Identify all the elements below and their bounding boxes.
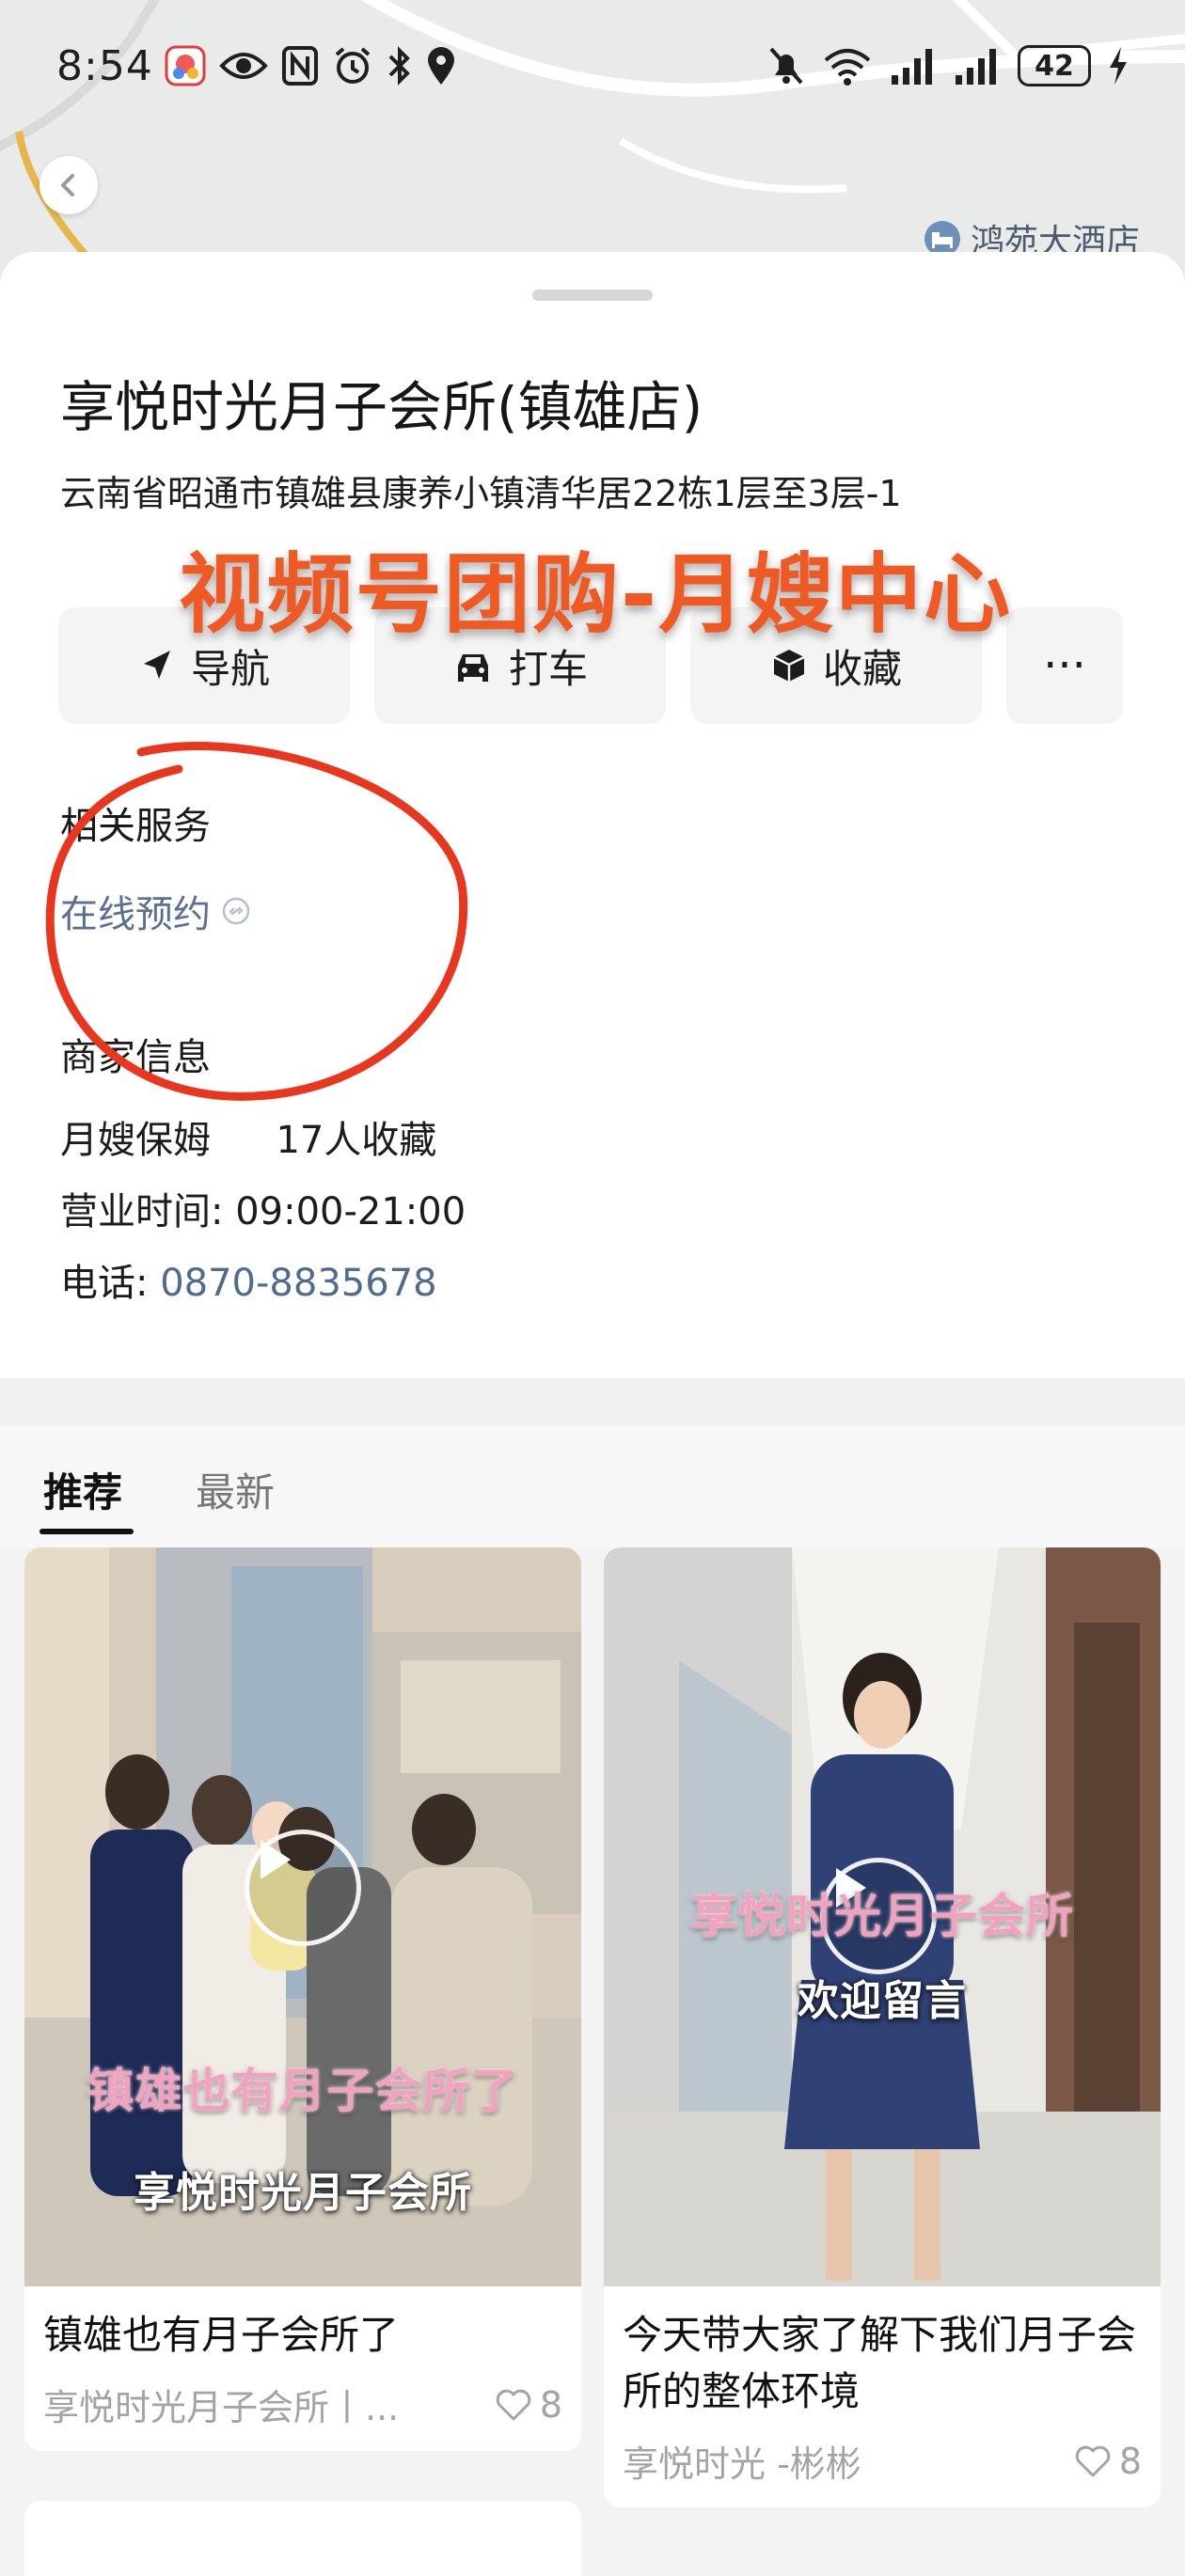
section-divider [0, 1378, 1185, 1425]
video-meta: 享悦时光 -彬彬 8 [604, 2420, 1161, 2507]
signal-2-icon [954, 47, 1001, 85]
phone-number-link[interactable]: 0870-8835678 [160, 1262, 436, 1305]
mute-icon [767, 45, 805, 86]
video-card[interactable]: 镇雄也有月子会所了 享悦时光月子会所 镇雄也有月子会所了 享悦时光月子会所丨..… [24, 1547, 581, 2451]
like-count: 8 [539, 2383, 562, 2426]
eye-icon [219, 47, 268, 85]
location-icon [426, 45, 456, 86]
thumbnail-caption-top: 享悦时光月子会所 [690, 1889, 1074, 1943]
more-button[interactable]: ··· [1006, 607, 1123, 724]
wifi-icon [822, 45, 873, 86]
video-meta: 享悦时光月子会所丨... 8 [24, 2364, 581, 2451]
bluetooth-icon [387, 45, 413, 86]
heart-icon [496, 2389, 531, 2420]
hand-drawn-circle-annotation [45, 742, 468, 1101]
back-button[interactable] [40, 156, 98, 214]
charging-icon [1108, 45, 1129, 86]
video-title: 今天带大家了解下我们月子会所的整体环境 [623, 2312, 1137, 2414]
video-author: 享悦时光月子会所丨... [43, 2387, 400, 2428]
thumbnail-caption-bottom: 享悦时光月子会所 [134, 2169, 472, 2217]
status-left-icons [165, 45, 456, 86]
navigation-arrow-icon [143, 651, 170, 679]
hours-value: 09:00-21:00 [235, 1190, 466, 1233]
tab-latest-label: 最新 [196, 1469, 276, 1516]
next-video-card-peek[interactable] [24, 2501, 581, 2576]
like-button[interactable]: 8 [1074, 2441, 1142, 2482]
business-hours-line: 营业时间: 09:00-21:00 [60, 1181, 466, 1235]
video-thumbnail[interactable]: 享悦时光月子会所 欢迎留言 [604, 1547, 1161, 2286]
promo-overlay-text: 视频号团购-月嫂中心 [179, 544, 1013, 645]
play-icon [261, 1840, 291, 1879]
feed-tabs: 推荐 最新 [0, 1425, 1185, 1547]
sheet-drag-handle[interactable] [532, 290, 653, 301]
alarm-icon [332, 45, 373, 86]
tab-latest[interactable]: 最新 [196, 1461, 275, 1518]
thumbnail-caption-top: 镇雄也有月子会所了 [87, 2064, 519, 2118]
chevron-left-icon [61, 174, 74, 196]
nfc-icon [281, 45, 319, 86]
heart-icon [1075, 2445, 1111, 2476]
video-author: 享悦时光 -彬彬 [623, 2443, 861, 2485]
phone-line: 电话: 0870-8835678 [60, 1252, 437, 1307]
tab-recommended[interactable]: 推荐 [40, 1461, 134, 1534]
app-notification-icon [165, 45, 206, 86]
car-icon [457, 654, 488, 682]
active-tab-underline [40, 1529, 134, 1534]
thumbnail-caption-bottom: 欢迎留言 [798, 1977, 967, 2025]
video-thumbnail[interactable]: 镇雄也有月子会所了 享悦时光月子会所 [24, 1547, 581, 2286]
like-count: 8 [1118, 2440, 1142, 2482]
status-time: 8:54 [56, 41, 153, 90]
signal-1-icon [890, 47, 937, 85]
hours-label: 营业时间: [60, 1190, 224, 1233]
phone-label: 电话: [60, 1262, 149, 1305]
cube-icon [773, 650, 805, 682]
video-card[interactable]: 享悦时光月子会所 欢迎留言 今天带大家了解下我们月子会所的整体环境 享悦时光 -… [604, 1547, 1161, 2507]
video-title: 镇雄也有月子会所了 [43, 2312, 400, 2358]
place-title: 享悦时光月子会所(镇雄店) [60, 375, 703, 439]
more-dots-icon: ··· [1043, 639, 1086, 692]
battery-indicator: 42 [1018, 45, 1091, 86]
status-right-icons: 42 [767, 45, 1129, 86]
tab-recommended-label: 推荐 [43, 1469, 123, 1516]
place-detail-sheet: 享悦时光月子会所(镇雄店) 云南省昭通市镇雄县康养小镇清华居22栋1层至3层-1… [0, 252, 1185, 1378]
place-address: 云南省昭通市镇雄县康养小镇清华居22栋1层至3层-1 [60, 473, 902, 514]
play-button[interactable] [245, 1830, 361, 1946]
like-button[interactable]: 8 [495, 2384, 562, 2426]
status-bar: 8:54 42 [0, 0, 1185, 132]
